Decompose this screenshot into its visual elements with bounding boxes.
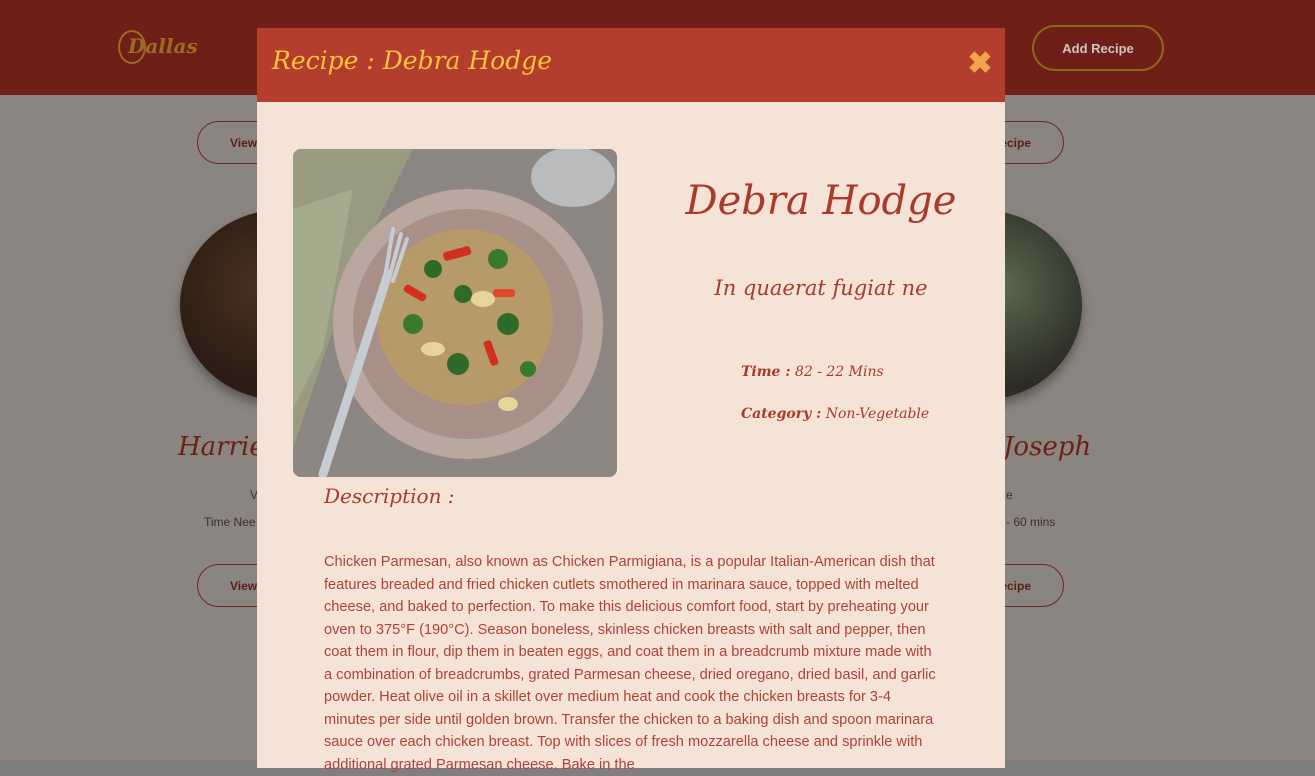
recipe-card-category: e <box>1006 488 1013 502</box>
close-icon[interactable]: ✖ <box>966 49 994 79</box>
modal-title: Recipe : Debra Hodge <box>272 46 553 75</box>
logo-text: Dallas <box>128 34 198 58</box>
recipe-modal: Recipe : Debra Hodge ✖ Debra Hodge In qu… <box>257 28 1005 773</box>
recipe-image <box>293 149 617 477</box>
recipe-time: Time : 82 - 22 Mins <box>741 364 884 380</box>
brand-logo[interactable]: Dallas <box>118 26 198 66</box>
recipe-card-time: Time Nee <box>204 515 256 529</box>
recipe-card-time: - 60 mins <box>1006 515 1056 529</box>
food-bowl-illustration <box>293 149 617 477</box>
modal-header: Recipe : Debra Hodge ✖ <box>257 28 1005 102</box>
time-label: Time : <box>741 364 791 380</box>
category-value: Non-Vegetable <box>825 406 930 422</box>
category-label: Category : <box>741 406 822 422</box>
recipe-category: Category : Non-Vegetable <box>741 406 929 422</box>
description-text: Chicken Parmesan, also known as Chicken … <box>324 554 936 773</box>
recipe-name: Debra Hodge <box>685 178 957 224</box>
recipe-card-title: Joseph <box>1003 432 1092 462</box>
description-heading: Description : <box>324 484 455 508</box>
recipe-subtitle: In quaerat fugiat ne <box>714 276 928 300</box>
add-recipe-button[interactable]: Add Recipe <box>1032 25 1164 71</box>
time-value: 82 - 22 Mins <box>794 364 884 380</box>
